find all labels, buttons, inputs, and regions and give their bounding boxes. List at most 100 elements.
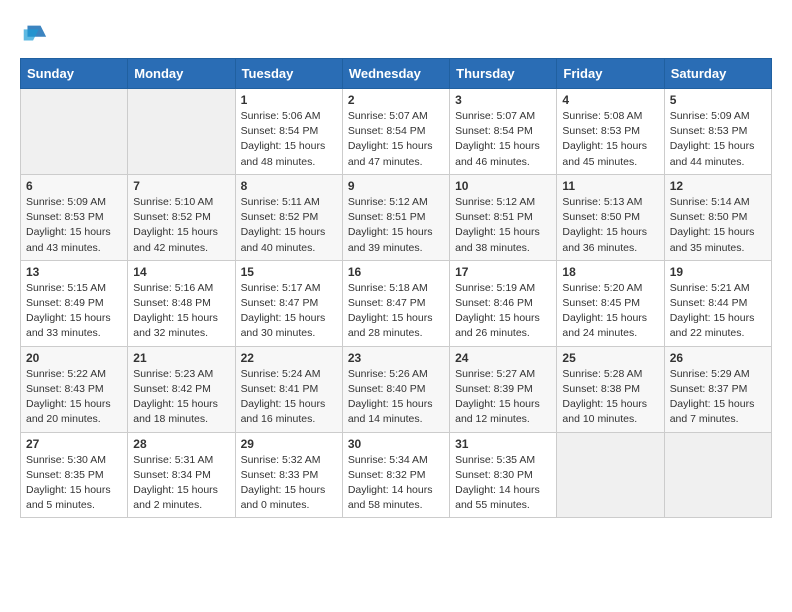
day-number: 4 bbox=[562, 93, 658, 107]
cell-info: Sunrise: 5:09 AMSunset: 8:53 PMDaylight:… bbox=[670, 109, 766, 170]
calendar-table: SundayMondayTuesdayWednesdayThursdayFrid… bbox=[20, 58, 772, 518]
cell-info: Sunrise: 5:19 AMSunset: 8:46 PMDaylight:… bbox=[455, 281, 551, 342]
calendar-cell: 12 Sunrise: 5:14 AMSunset: 8:50 PMDayligh… bbox=[664, 174, 771, 260]
day-number: 13 bbox=[26, 265, 122, 279]
calendar-header-saturday: Saturday bbox=[664, 59, 771, 89]
calendar-cell: 26 Sunrise: 5:29 AMSunset: 8:37 PMDayligh… bbox=[664, 346, 771, 432]
day-number: 22 bbox=[241, 351, 337, 365]
calendar-cell: 21 Sunrise: 5:23 AMSunset: 8:42 PMDayligh… bbox=[128, 346, 235, 432]
day-number: 29 bbox=[241, 437, 337, 451]
calendar-cell: 28Sunrise: 5:31 AMSunset: 8:34 PMDayligh… bbox=[128, 432, 235, 518]
calendar-cell: 7 Sunrise: 5:10 AMSunset: 8:52 PMDaylight… bbox=[128, 174, 235, 260]
cell-info: Sunrise: 5:18 AMSunset: 8:47 PMDaylight:… bbox=[348, 281, 444, 342]
day-number: 6 bbox=[26, 179, 122, 193]
day-number: 23 bbox=[348, 351, 444, 365]
calendar-cell: 14 Sunrise: 5:16 AMSunset: 8:48 PMDayligh… bbox=[128, 260, 235, 346]
calendar-header-friday: Friday bbox=[557, 59, 664, 89]
calendar-cell bbox=[21, 89, 128, 175]
day-number: 1 bbox=[241, 93, 337, 107]
cell-info: Sunrise: 5:26 AMSunset: 8:40 PMDaylight:… bbox=[348, 367, 444, 428]
calendar-cell: 2Sunrise: 5:07 AMSunset: 8:54 PMDaylight… bbox=[342, 89, 449, 175]
cell-info: Sunrise: 5:27 AMSunset: 8:39 PMDaylight:… bbox=[455, 367, 551, 428]
cell-info: Sunrise: 5:14 AMSunset: 8:50 PMDaylight:… bbox=[670, 195, 766, 256]
logo-icon bbox=[20, 20, 48, 48]
day-number: 15 bbox=[241, 265, 337, 279]
day-number: 26 bbox=[670, 351, 766, 365]
calendar-cell: 3Sunrise: 5:07 AMSunset: 8:54 PMDaylight… bbox=[450, 89, 557, 175]
day-number: 12 bbox=[670, 179, 766, 193]
calendar-cell: 30Sunrise: 5:34 AMSunset: 8:32 PMDayligh… bbox=[342, 432, 449, 518]
calendar-week-row: 20 Sunrise: 5:22 AMSunset: 8:43 PMDayligh… bbox=[21, 346, 772, 432]
cell-info: Sunrise: 5:15 AMSunset: 8:49 PMDaylight:… bbox=[26, 281, 122, 342]
cell-info: Sunrise: 5:28 AMSunset: 8:38 PMDaylight:… bbox=[562, 367, 658, 428]
calendar-cell: 11 Sunrise: 5:13 AMSunset: 8:50 PMDayligh… bbox=[557, 174, 664, 260]
calendar-cell: 5 Sunrise: 5:09 AMSunset: 8:53 PMDaylight… bbox=[664, 89, 771, 175]
day-number: 24 bbox=[455, 351, 551, 365]
calendar-cell bbox=[557, 432, 664, 518]
calendar-cell: 25Sunrise: 5:28 AMSunset: 8:38 PMDayligh… bbox=[557, 346, 664, 432]
cell-info: Sunrise: 5:34 AMSunset: 8:32 PMDaylight:… bbox=[348, 453, 444, 514]
cell-info: Sunrise: 5:09 AMSunset: 8:53 PMDaylight:… bbox=[26, 195, 122, 256]
calendar-cell: 6 Sunrise: 5:09 AMSunset: 8:53 PMDaylight… bbox=[21, 174, 128, 260]
day-number: 27 bbox=[26, 437, 122, 451]
calendar-cell: 4 Sunrise: 5:08 AMSunset: 8:53 PMDaylight… bbox=[557, 89, 664, 175]
calendar-cell: 13 Sunrise: 5:15 AMSunset: 8:49 PMDayligh… bbox=[21, 260, 128, 346]
cell-info: Sunrise: 5:12 AMSunset: 8:51 PMDaylight:… bbox=[348, 195, 444, 256]
day-number: 19 bbox=[670, 265, 766, 279]
calendar-cell bbox=[664, 432, 771, 518]
day-number: 3 bbox=[455, 93, 551, 107]
calendar-cell: 24 Sunrise: 5:27 AMSunset: 8:39 PMDayligh… bbox=[450, 346, 557, 432]
calendar-cell bbox=[128, 89, 235, 175]
day-number: 2 bbox=[348, 93, 444, 107]
calendar-cell: 27 Sunrise: 5:30 AMSunset: 8:35 PMDayligh… bbox=[21, 432, 128, 518]
calendar-cell: 18Sunrise: 5:20 AMSunset: 8:45 PMDayligh… bbox=[557, 260, 664, 346]
calendar-header-monday: Monday bbox=[128, 59, 235, 89]
cell-info: Sunrise: 5:16 AMSunset: 8:48 PMDaylight:… bbox=[133, 281, 229, 342]
cell-info: Sunrise: 5:22 AMSunset: 8:43 PMDaylight:… bbox=[26, 367, 122, 428]
cell-info: Sunrise: 5:06 AMSunset: 8:54 PMDaylight:… bbox=[241, 109, 337, 170]
calendar-cell: 9 Sunrise: 5:12 AMSunset: 8:51 PMDaylight… bbox=[342, 174, 449, 260]
day-number: 16 bbox=[348, 265, 444, 279]
day-number: 5 bbox=[670, 93, 766, 107]
calendar-cell: 31Sunrise: 5:35 AMSunset: 8:30 PMDayligh… bbox=[450, 432, 557, 518]
calendar-cell: 19 Sunrise: 5:21 AMSunset: 8:44 PMDayligh… bbox=[664, 260, 771, 346]
day-number: 20 bbox=[26, 351, 122, 365]
calendar-cell: 22 Sunrise: 5:24 AMSunset: 8:41 PMDayligh… bbox=[235, 346, 342, 432]
calendar-cell: 23 Sunrise: 5:26 AMSunset: 8:40 PMDayligh… bbox=[342, 346, 449, 432]
calendar-cell: 16 Sunrise: 5:18 AMSunset: 8:47 PMDayligh… bbox=[342, 260, 449, 346]
calendar-header-wednesday: Wednesday bbox=[342, 59, 449, 89]
day-number: 18 bbox=[562, 265, 658, 279]
calendar-cell: 1 Sunrise: 5:06 AMSunset: 8:54 PMDaylight… bbox=[235, 89, 342, 175]
day-number: 31 bbox=[455, 437, 551, 451]
calendar-cell: 15 Sunrise: 5:17 AMSunset: 8:47 PMDayligh… bbox=[235, 260, 342, 346]
cell-info: Sunrise: 5:32 AMSunset: 8:33 PMDaylight:… bbox=[241, 453, 337, 514]
calendar-cell: 10 Sunrise: 5:12 AMSunset: 8:51 PMDayligh… bbox=[450, 174, 557, 260]
logo bbox=[20, 20, 52, 48]
calendar-week-row: 27 Sunrise: 5:30 AMSunset: 8:35 PMDayligh… bbox=[21, 432, 772, 518]
cell-info: Sunrise: 5:29 AMSunset: 8:37 PMDaylight:… bbox=[670, 367, 766, 428]
calendar-cell: 17Sunrise: 5:19 AMSunset: 8:46 PMDayligh… bbox=[450, 260, 557, 346]
day-number: 8 bbox=[241, 179, 337, 193]
cell-info: Sunrise: 5:13 AMSunset: 8:50 PMDaylight:… bbox=[562, 195, 658, 256]
day-number: 7 bbox=[133, 179, 229, 193]
calendar-cell: 8Sunrise: 5:11 AMSunset: 8:52 PMDaylight… bbox=[235, 174, 342, 260]
calendar-week-row: 1 Sunrise: 5:06 AMSunset: 8:54 PMDaylight… bbox=[21, 89, 772, 175]
day-number: 10 bbox=[455, 179, 551, 193]
day-number: 9 bbox=[348, 179, 444, 193]
cell-info: Sunrise: 5:21 AMSunset: 8:44 PMDaylight:… bbox=[670, 281, 766, 342]
day-number: 11 bbox=[562, 179, 658, 193]
cell-info: Sunrise: 5:30 AMSunset: 8:35 PMDaylight:… bbox=[26, 453, 122, 514]
cell-info: Sunrise: 5:08 AMSunset: 8:53 PMDaylight:… bbox=[562, 109, 658, 170]
cell-info: Sunrise: 5:24 AMSunset: 8:41 PMDaylight:… bbox=[241, 367, 337, 428]
cell-info: Sunrise: 5:17 AMSunset: 8:47 PMDaylight:… bbox=[241, 281, 337, 342]
calendar-week-row: 13 Sunrise: 5:15 AMSunset: 8:49 PMDayligh… bbox=[21, 260, 772, 346]
cell-info: Sunrise: 5:10 AMSunset: 8:52 PMDaylight:… bbox=[133, 195, 229, 256]
cell-info: Sunrise: 5:23 AMSunset: 8:42 PMDaylight:… bbox=[133, 367, 229, 428]
day-number: 14 bbox=[133, 265, 229, 279]
calendar-header-row: SundayMondayTuesdayWednesdayThursdayFrid… bbox=[21, 59, 772, 89]
calendar-header-tuesday: Tuesday bbox=[235, 59, 342, 89]
day-number: 21 bbox=[133, 351, 229, 365]
cell-info: Sunrise: 5:12 AMSunset: 8:51 PMDaylight:… bbox=[455, 195, 551, 256]
calendar-cell: 29 Sunrise: 5:32 AMSunset: 8:33 PMDayligh… bbox=[235, 432, 342, 518]
day-number: 28 bbox=[133, 437, 229, 451]
